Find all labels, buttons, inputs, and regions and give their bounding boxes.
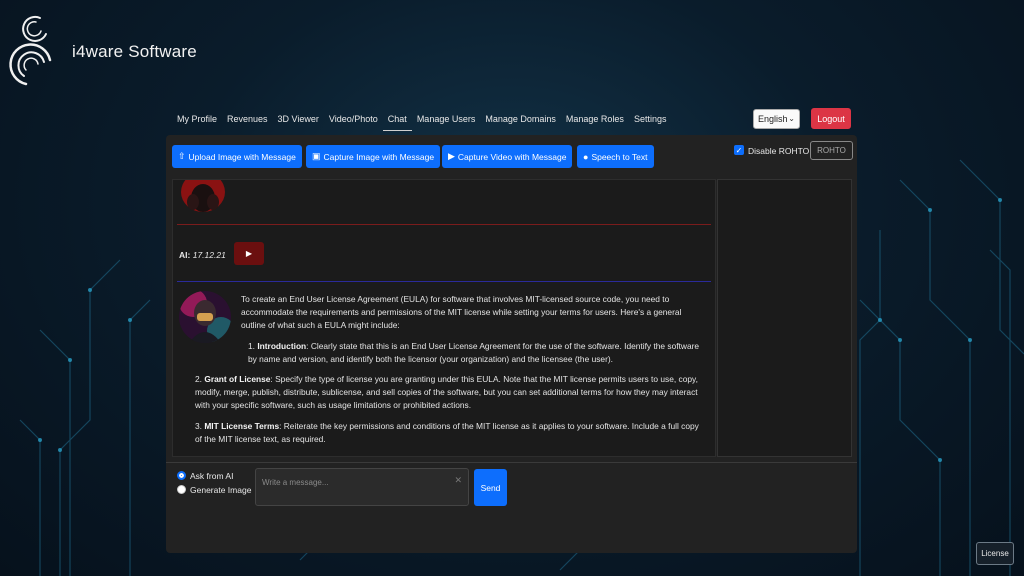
- list-item-title: Grant of License: [204, 374, 271, 385]
- nav-item-settings[interactable]: Settings: [629, 110, 672, 131]
- speech-to-text-button[interactable]: ● Speech to Text: [577, 145, 654, 168]
- list-item-number: 3.: [195, 420, 202, 431]
- nav-item-video-photo[interactable]: Video/Photo: [324, 110, 383, 131]
- previous-image-thumbnail: [179, 180, 227, 214]
- rohto-button[interactable]: ROHTO: [810, 141, 853, 160]
- chat-messages[interactable]: AI: 17.12.21 ▶ To create an End User Lic…: [172, 179, 716, 457]
- ask-ai-label: Ask from AI: [190, 471, 234, 481]
- brand-name: i4ware Software: [72, 42, 197, 61]
- message-intro: To create an End User License Agreement …: [241, 294, 682, 331]
- message-separator: [177, 224, 711, 225]
- nav-item-manage-users[interactable]: Manage Users: [412, 110, 481, 131]
- upload-icon: ⇧: [178, 151, 186, 161]
- capture-video-label: Capture Video with Message: [457, 151, 567, 162]
- chat-sidebar: [717, 179, 852, 457]
- send-button[interactable]: Send: [474, 469, 507, 506]
- ai-timestamp: 17.12.21: [192, 250, 226, 260]
- list-item-text: : Specify the type of license you are gr…: [195, 374, 698, 411]
- generate-image-radio[interactable]: [177, 485, 186, 494]
- nav-item-revenues[interactable]: Revenues: [222, 110, 273, 131]
- camera-icon: ▣: [312, 151, 321, 161]
- upload-image-button[interactable]: ⇧ Upload Image with Message: [172, 145, 302, 168]
- language-selected: English: [758, 114, 788, 124]
- upload-image-label: Upload Image with Message: [188, 151, 296, 162]
- main-nav: My Profile Revenues 3D Viewer Video/Phot…: [172, 110, 671, 131]
- brand-logo-icon: [9, 15, 52, 86]
- speech-to-text-label: Speech to Text: [591, 151, 648, 162]
- nav-item-my-profile[interactable]: My Profile: [172, 110, 222, 131]
- message-placeholder: Write a message...: [262, 478, 329, 487]
- nav-item-chat[interactable]: Chat: [382, 110, 412, 131]
- nav-item-3d-viewer[interactable]: 3D Viewer: [273, 110, 324, 131]
- nav-item-manage-roles[interactable]: Manage Roles: [561, 110, 629, 131]
- list-item-title: Introduction: [257, 340, 307, 351]
- play-audio-button[interactable]: ▶: [234, 242, 264, 265]
- list-item-number: 1.: [248, 340, 255, 351]
- license-button[interactable]: License: [976, 542, 1014, 565]
- list-item-number: 2.: [195, 374, 202, 385]
- list-item: 3. MIT License Terms: Reiterate the key …: [195, 420, 707, 446]
- capture-image-button[interactable]: ▣ Capture Image with Message: [306, 145, 441, 168]
- play-icon: ▶: [245, 249, 253, 258]
- generate-image-label: Generate Image: [190, 485, 252, 495]
- list-item-text: : Clearly state that this is an End User…: [248, 340, 700, 364]
- language-select[interactable]: English ⌄: [753, 109, 800, 129]
- capture-image-label: Capture Image with Message: [323, 151, 435, 162]
- list-item: 1. Introduction: Clearly state that this…: [248, 340, 707, 366]
- message-separator-blue: [177, 281, 711, 282]
- message-input[interactable]: Write a message... ✕: [255, 468, 469, 506]
- composer-divider: [166, 462, 857, 463]
- capture-video-button[interactable]: ▶ Capture Video with Message: [442, 145, 573, 168]
- disable-rohto-checkbox[interactable]: ✓: [734, 145, 744, 155]
- nav-item-manage-domains[interactable]: Manage Domains: [480, 110, 561, 131]
- ai-message-body: To create an End User License Agreement …: [179, 293, 707, 446]
- list-item-title: MIT License Terms: [204, 420, 280, 431]
- disable-rohto-label: Disable ROHTO: [748, 146, 810, 156]
- video-camera-icon: ▶: [448, 151, 455, 161]
- list-item: 2. Grant of License: Specify the type of…: [195, 373, 707, 413]
- ask-ai-radio[interactable]: [177, 471, 186, 480]
- ai-prefix: AI:: [179, 250, 191, 260]
- ai-message-header: AI: 17.12.21: [179, 250, 226, 260]
- clear-icon[interactable]: ✕: [454, 475, 462, 486]
- logout-button[interactable]: Logout: [811, 108, 851, 129]
- microphone-icon: ●: [583, 151, 589, 162]
- chevron-down-icon: ⌄: [788, 114, 795, 123]
